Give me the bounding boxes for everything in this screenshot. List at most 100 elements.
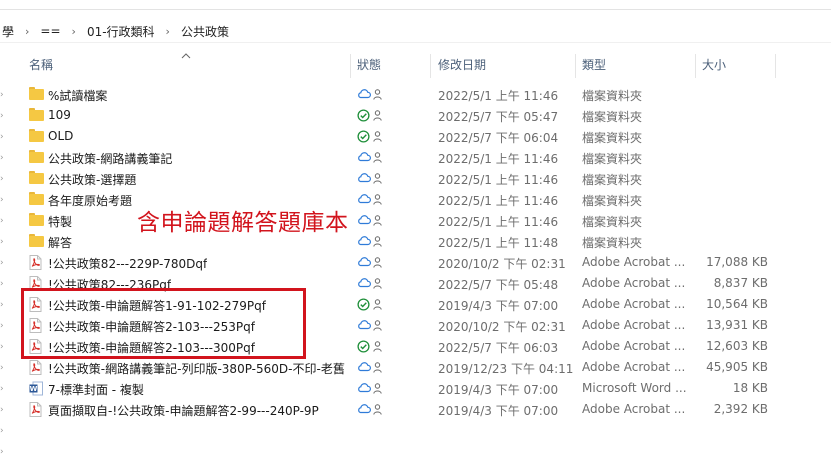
file-row[interactable]: !公共政策-網路講義筆記-列印版-380P-560D-不印-老舊 2019/12/… (0, 357, 831, 378)
file-row[interactable]: OLD 2022/5/7 下午 06:04 檔案資料夾 (0, 126, 831, 147)
file-type: Adobe Acrobat ... (582, 276, 686, 290)
file-row[interactable]: 公共政策-網路講義筆記 2022/5/1 上午 11:46 檔案資料夾 (0, 147, 831, 168)
modified-date: 2019/4/3 下午 07:00 (438, 383, 559, 397)
sync-status (357, 130, 387, 144)
shared-person-icon (373, 236, 382, 250)
svg-text:W: W (30, 385, 38, 393)
sync-status (357, 88, 387, 102)
shared-person-icon (373, 173, 382, 187)
file-row[interactable]: 特製 2022/5/1 上午 11:46 檔案資料夾 (0, 210, 831, 231)
file-row[interactable]: %試讀檔案 2022/5/1 上午 11:46 檔案資料夾 (0, 84, 831, 105)
file-row[interactable]: 各年度原始考題 2022/5/1 上午 11:46 檔案資料夾 (0, 189, 831, 210)
cloud-icon (357, 403, 371, 417)
folder-icon (29, 171, 44, 184)
modified-date: 2019/4/3 下午 07:00 (438, 404, 559, 418)
folder-icon (29, 87, 44, 100)
file-type: 檔案資料夾 (582, 173, 643, 187)
file-type: 檔案資料夾 (582, 236, 643, 250)
file-name[interactable]: 109 (48, 108, 71, 122)
breadcrumb-item[interactable]: == (38, 24, 62, 38)
sync-status (357, 151, 387, 165)
file-name[interactable]: !公共政策-網路講義筆記-列印版-380P-560D-不印-老舊 (48, 360, 345, 377)
column-header-status[interactable]: 狀態 (357, 56, 381, 76)
chevron-right-icon[interactable]: › (0, 447, 4, 457)
file-row[interactable]: 公共政策-選擇題 2022/5/1 上午 11:46 檔案資料夾 (0, 168, 831, 189)
file-name[interactable]: %試讀檔案 (48, 87, 107, 104)
column-header-type[interactable]: 類型 (582, 56, 606, 76)
synced-check-icon (357, 130, 370, 146)
file-row[interactable]: 109 2022/5/7 下午 05:47 檔案資料夾 (0, 105, 831, 126)
sync-status (357, 214, 387, 228)
file-name[interactable]: 公共政策-選擇題 (48, 171, 136, 188)
file-name[interactable]: !公共政策82---229P-780Dqf (48, 255, 207, 272)
file-size: 12,603 KB (706, 339, 768, 353)
file-type: Microsoft Word ... (582, 381, 687, 395)
breadcrumb-item[interactable]: 公共政策 (179, 23, 231, 40)
file-name[interactable]: OLD (48, 129, 73, 143)
shared-person-icon (373, 299, 382, 313)
file-name[interactable]: 公共政策-網路講義筆記 (48, 150, 172, 167)
folder-icon (29, 192, 44, 205)
column-header-name[interactable]: 名稱 (29, 56, 53, 76)
modified-date: 2022/5/1 上午 11:46 (438, 89, 559, 103)
modified-date: 2022/5/7 下午 06:03 (438, 341, 559, 355)
pdf-file-icon (29, 360, 44, 375)
modified-date: 2022/5/7 下午 06:04 (438, 131, 559, 145)
chevron-right-icon[interactable]: › (16, 25, 38, 38)
cloud-icon (357, 382, 371, 396)
annotation-text: 含申論題解答題庫本 (137, 210, 349, 236)
folder-icon (29, 234, 44, 247)
file-name[interactable]: 7-標準封面 - 複製 (48, 381, 144, 398)
column-divider[interactable] (350, 54, 351, 78)
folder-icon (29, 150, 44, 163)
modified-date: 2022/5/1 上午 11:46 (438, 173, 559, 187)
column-header-size[interactable]: 大小 (702, 56, 726, 76)
column-divider[interactable] (695, 54, 696, 78)
file-size: 8,837 KB (713, 276, 768, 290)
chevron-right-icon[interactable]: › (157, 25, 179, 38)
cloud-icon (357, 88, 371, 102)
file-name[interactable]: 特製 (48, 213, 72, 230)
cloud-icon (357, 214, 371, 228)
file-row[interactable]: 頁面擷取自-!公共政策-申論題解答2-99---240P-9P 2019/4/3 … (0, 399, 831, 420)
column-divider[interactable] (575, 54, 576, 78)
shared-person-icon (373, 152, 382, 166)
sync-status (357, 382, 387, 396)
file-type: Adobe Acrobat ... (582, 297, 686, 311)
sync-status (357, 235, 387, 249)
breadcrumb-item[interactable]: 01-行政類科 (85, 23, 157, 40)
sync-status (357, 340, 387, 354)
chevron-right-icon[interactable]: › (63, 25, 85, 38)
breadcrumb[interactable]: 學 › == › 01-行政類科 › 公共政策 (0, 22, 231, 40)
highlight-box (21, 288, 306, 359)
breadcrumb-item[interactable]: 學 (0, 23, 16, 40)
sync-status (357, 193, 387, 207)
modified-date: 2022/5/1 上午 11:48 (438, 236, 559, 250)
column-divider[interactable] (775, 54, 776, 78)
cloud-icon (357, 151, 371, 165)
modified-date: 2022/5/1 上午 11:46 (438, 194, 559, 208)
file-name[interactable]: 頁面擷取自-!公共政策-申論題解答2-99---240P-9P (48, 402, 319, 419)
sync-status (357, 403, 387, 417)
shared-person-icon (373, 383, 382, 397)
shared-person-icon (373, 341, 382, 355)
file-name[interactable]: 解答 (48, 234, 72, 251)
file-name[interactable]: 各年度原始考題 (48, 192, 132, 209)
cloud-icon (357, 172, 371, 186)
address-bar: 學 › == › 01-行政類科 › 公共政策 (0, 0, 831, 42)
file-row[interactable]: 解答 2022/5/1 上午 11:48 檔案資料夾 (0, 231, 831, 252)
chevron-right-icon[interactable]: › (0, 426, 4, 436)
file-type: Adobe Acrobat ... (582, 339, 686, 353)
file-row[interactable]: !公共政策82---229P-780Dqf 2020/10/2 下午 02:31 A… (0, 252, 831, 273)
shared-person-icon (373, 89, 382, 103)
file-type: 檔案資料夾 (582, 131, 643, 145)
column-divider[interactable] (430, 54, 431, 78)
column-header-modified[interactable]: 修改日期 (438, 56, 486, 76)
shared-person-icon (373, 278, 382, 292)
synced-check-icon (357, 340, 370, 356)
shared-person-icon (373, 257, 382, 271)
file-type: 檔案資料夾 (582, 194, 643, 208)
shared-person-icon (373, 362, 382, 376)
shared-person-icon (373, 404, 382, 418)
file-row[interactable]: W 7-標準封面 - 複製 2019/4/3 下午 07:00 Microsoft W… (0, 378, 831, 399)
